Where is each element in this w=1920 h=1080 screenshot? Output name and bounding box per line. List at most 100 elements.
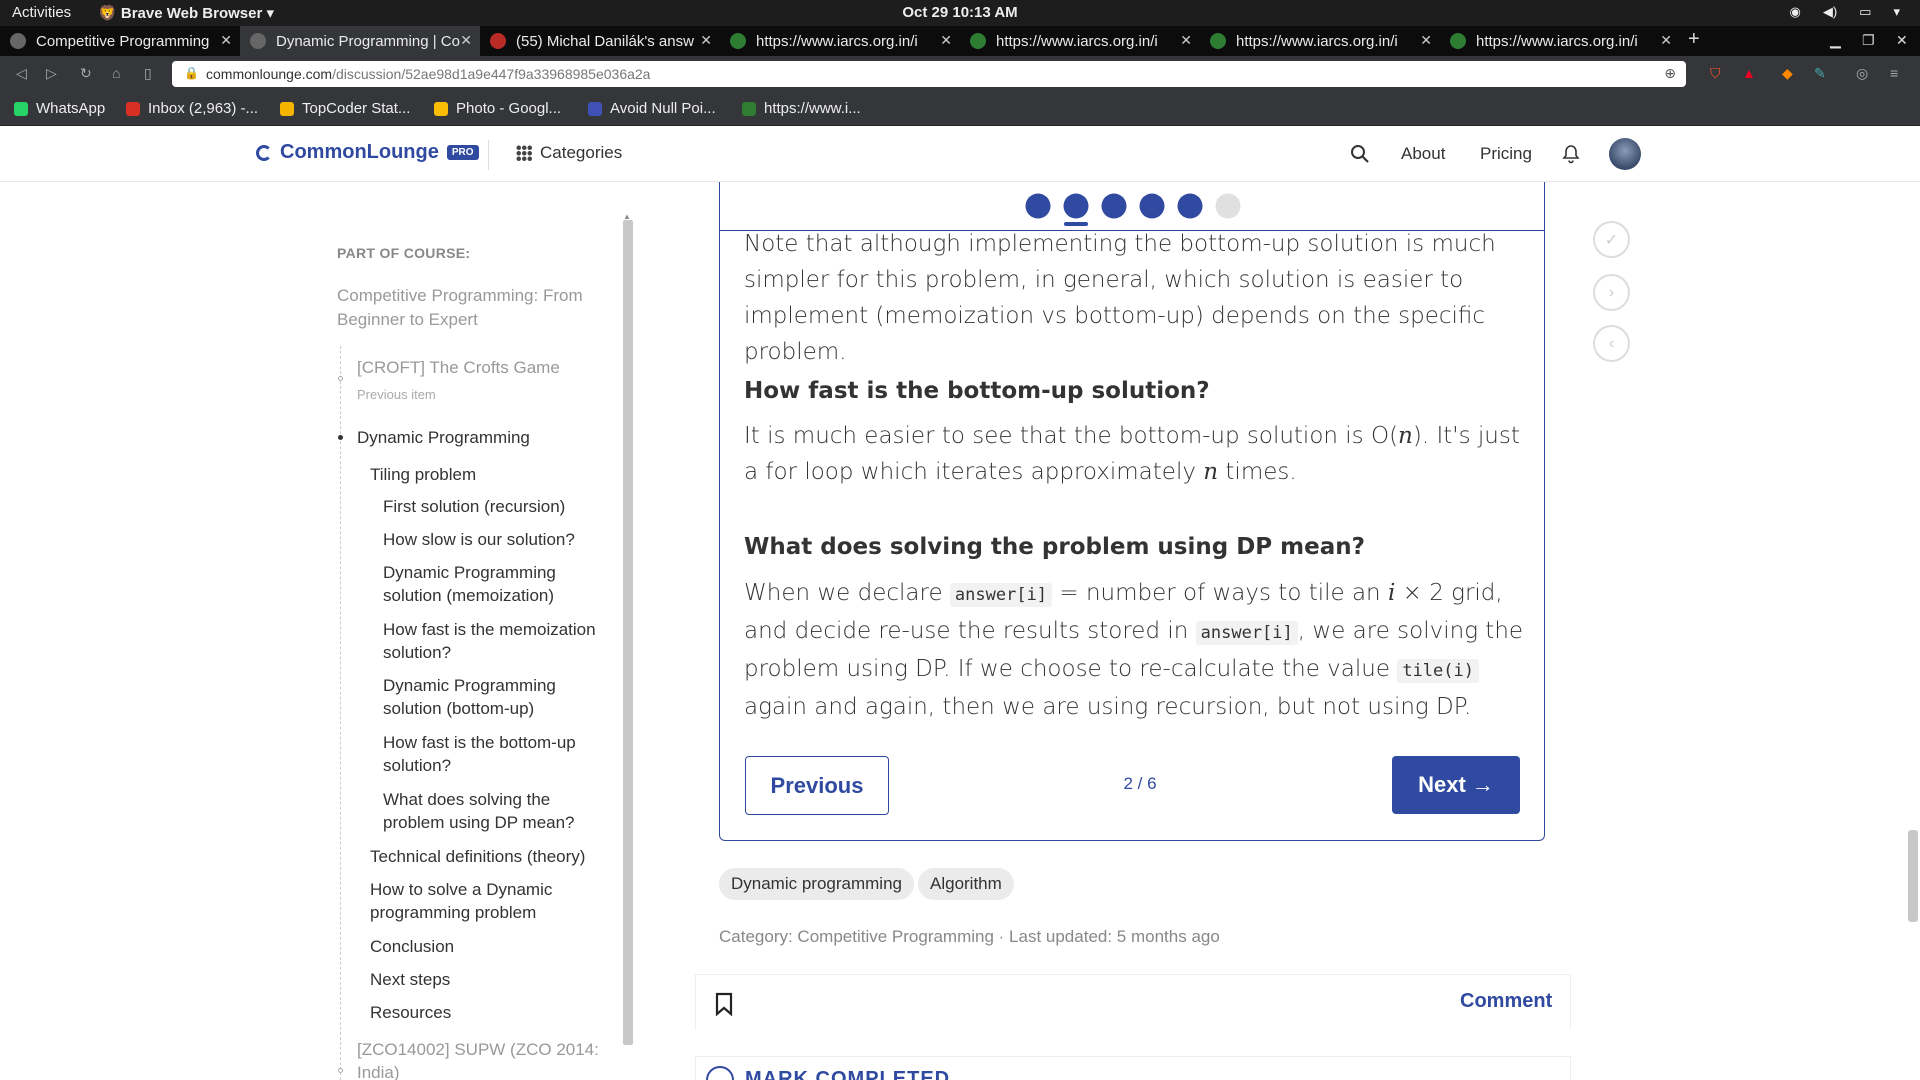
window-close-icon[interactable]: ✕	[1896, 32, 1908, 49]
sidebar-item[interactable]: How to solve a Dynamic programming probl…	[370, 878, 570, 924]
sidebar-item[interactable]: Technical definitions (theory)	[370, 845, 610, 868]
chevron-right-icon[interactable]: ›	[1593, 274, 1630, 311]
zoom-icon[interactable]: ⊕	[1664, 65, 1676, 82]
sidebar-next-item[interactable]: [ZCO14002] SUPW (ZCO 2014: India)	[357, 1038, 607, 1080]
chevron-left-icon[interactable]: ‹	[1593, 325, 1630, 362]
pricing-link[interactable]: Pricing	[1480, 144, 1532, 164]
bookmark-label: Avoid Null Poi...	[610, 100, 716, 117]
bookmark-avoid-null[interactable]: Avoid Null Poi...	[588, 100, 716, 117]
progress-dot[interactable]	[1139, 193, 1165, 219]
tab-close-icon[interactable]: ✕	[220, 32, 232, 49]
progress-dot[interactable]	[1177, 193, 1203, 219]
page-scrollbar[interactable]	[1908, 830, 1918, 922]
restore-icon[interactable]: ❐	[1862, 32, 1875, 49]
tab-close-icon[interactable]: ✕	[1180, 32, 1192, 49]
home-icon[interactable]: ⌂	[112, 65, 120, 81]
paragraph: Note that although implementing the bott…	[744, 231, 1496, 365]
progress-dot-current[interactable]	[1063, 193, 1089, 219]
tab-close-icon[interactable]: ✕	[1420, 32, 1432, 49]
tab[interactable]: https://www.iarcs.org.in/i ✕	[1440, 26, 1680, 56]
comment-button[interactable]: Comment	[1460, 990, 1552, 1013]
sidebar-item[interactable]: Resources	[370, 1001, 610, 1024]
tab[interactable]: https://www.iarcs.org.in/i ✕	[720, 26, 960, 56]
search-icon[interactable]	[1350, 144, 1370, 164]
power-menu-icon: ▾	[1893, 4, 1900, 19]
inline-code: answer[i]	[949, 583, 1053, 607]
bookmark-iarcs[interactable]: https://www.i...	[742, 100, 861, 117]
sidebar-item[interactable]: How fast is the bottom-up solution?	[383, 731, 598, 777]
tab-close-icon[interactable]: ✕	[940, 32, 952, 49]
commonlounge-logo[interactable]: CommonLounge PRO	[256, 141, 479, 164]
progress-dot[interactable]	[1025, 193, 1051, 219]
tab-close-icon[interactable]: ✕	[700, 32, 712, 49]
progress-dot[interactable]	[1215, 193, 1241, 219]
menu-icon[interactable]: ≡	[1890, 65, 1898, 81]
bookmark-topcoder[interactable]: TopCoder Stat...	[280, 100, 410, 117]
reload-icon[interactable]: ↻	[80, 65, 92, 82]
tab-close-icon[interactable]: ✕	[1660, 32, 1672, 49]
tag-algorithm[interactable]: Algorithm	[918, 868, 1014, 900]
tab-label: Competitive Programming	[36, 32, 210, 50]
sidebar-item[interactable]: Conclusion	[370, 935, 610, 958]
sidebar-scrollbar[interactable]	[623, 220, 633, 1045]
extension-pen-icon[interactable]: ✎	[1814, 65, 1826, 82]
progress-dots-bar	[719, 182, 1545, 231]
sidebar-prev-item[interactable]: [CROFT] The Crofts Game	[357, 356, 607, 379]
bookmark-page-icon[interactable]: ▯	[144, 65, 152, 82]
sidebar-item[interactable]: First solution (recursion)	[383, 495, 608, 518]
tab-close-icon[interactable]: ✕	[460, 32, 472, 49]
system-tray[interactable]: ◉ ◀) ▭ ▾	[1790, 4, 1901, 20]
next-button[interactable]: Next →	[1392, 756, 1520, 814]
user-avatar[interactable]	[1609, 138, 1641, 170]
forward-icon[interactable]: ▷	[46, 65, 57, 82]
tab[interactable]: https://www.iarcs.org.in/i ✕	[1200, 26, 1440, 56]
tab-favicon-icon	[490, 33, 506, 49]
sidebar-item[interactable]: Dynamic Programming solution (bottom-up)	[383, 674, 583, 720]
text: When we declare	[744, 580, 950, 606]
progress-dot[interactable]	[1101, 193, 1127, 219]
categories-label: Categories	[540, 143, 623, 162]
math-var: n	[1203, 459, 1219, 485]
checkmark-icon[interactable]: ✓	[1593, 221, 1630, 258]
tab-favicon-icon	[970, 33, 986, 49]
new-tab-button[interactable]: +	[1688, 28, 1700, 51]
sidebar-item[interactable]: What does solving the problem using DP m…	[383, 788, 583, 834]
tab-active[interactable]: Dynamic Programming | Co ✕	[240, 26, 480, 56]
about-link[interactable]: About	[1401, 144, 1445, 164]
bookmark-whatsapp[interactable]: WhatsApp	[14, 100, 105, 117]
tab[interactable]: https://www.iarcs.org.in/i ✕	[960, 26, 1200, 56]
notifications-bell-icon[interactable]	[1562, 144, 1580, 164]
inline-code: tile(i)	[1397, 659, 1479, 683]
tab[interactable]: Competitive Programming ✕	[0, 26, 240, 56]
profile-icon[interactable]: ◎	[1856, 65, 1868, 82]
bookmarks-bar: WhatsApp Inbox (2,963) -... TopCoder Sta…	[0, 92, 1920, 126]
sidebar-item[interactable]: Tiling problem	[370, 463, 610, 486]
mark-completed-button[interactable]: MARK COMPLETED	[745, 1068, 950, 1080]
sidebar-item[interactable]: Next steps	[370, 968, 610, 991]
outline-node	[338, 1068, 343, 1073]
back-icon[interactable]: ◁	[16, 65, 27, 82]
google-photos-icon	[434, 101, 448, 116]
brave-shields-icon[interactable]: ⛉	[1710, 65, 1721, 82]
sidebar-item[interactable]: How fast is the memoization solution?	[383, 618, 608, 664]
sidebar-current-item[interactable]: Dynamic Programming	[357, 426, 530, 449]
tag-dynamic-programming[interactable]: Dynamic programming	[719, 868, 914, 900]
bookmark-icon[interactable]	[714, 992, 734, 1016]
progress-dots[interactable]	[719, 182, 1545, 231]
tab-label: https://www.iarcs.org.in/i	[756, 32, 918, 50]
sidebar-item[interactable]: How slow is our solution?	[383, 528, 608, 551]
course-title-link[interactable]: Competitive Programming: From Beginner t…	[337, 284, 607, 332]
bookmark-photos[interactable]: Photo - Googl...	[434, 100, 561, 117]
brave-rewards-icon[interactable]: ▲	[1742, 65, 1756, 81]
previous-button[interactable]: Previous	[745, 756, 889, 815]
clock[interactable]: Oct 29 10:13 AM	[0, 4, 1920, 21]
bookmark-gmail[interactable]: Inbox (2,963) -...	[126, 100, 258, 117]
extension-icon[interactable]: ◆	[1782, 65, 1793, 82]
sidebar-item[interactable]: Dynamic Programming solution (memoizatio…	[383, 561, 583, 607]
tab[interactable]: (55) Michal Danilák's answ ✕	[480, 26, 720, 56]
categories-button[interactable]: Categories	[516, 143, 622, 163]
tab-label: (55) Michal Danilák's answ	[516, 32, 694, 50]
outline-node	[338, 376, 343, 381]
address-bar[interactable]: 🔒 commonlounge.com/discussion/52ae98d1a9…	[172, 61, 1686, 87]
minimize-icon[interactable]: ▁	[1830, 32, 1841, 49]
